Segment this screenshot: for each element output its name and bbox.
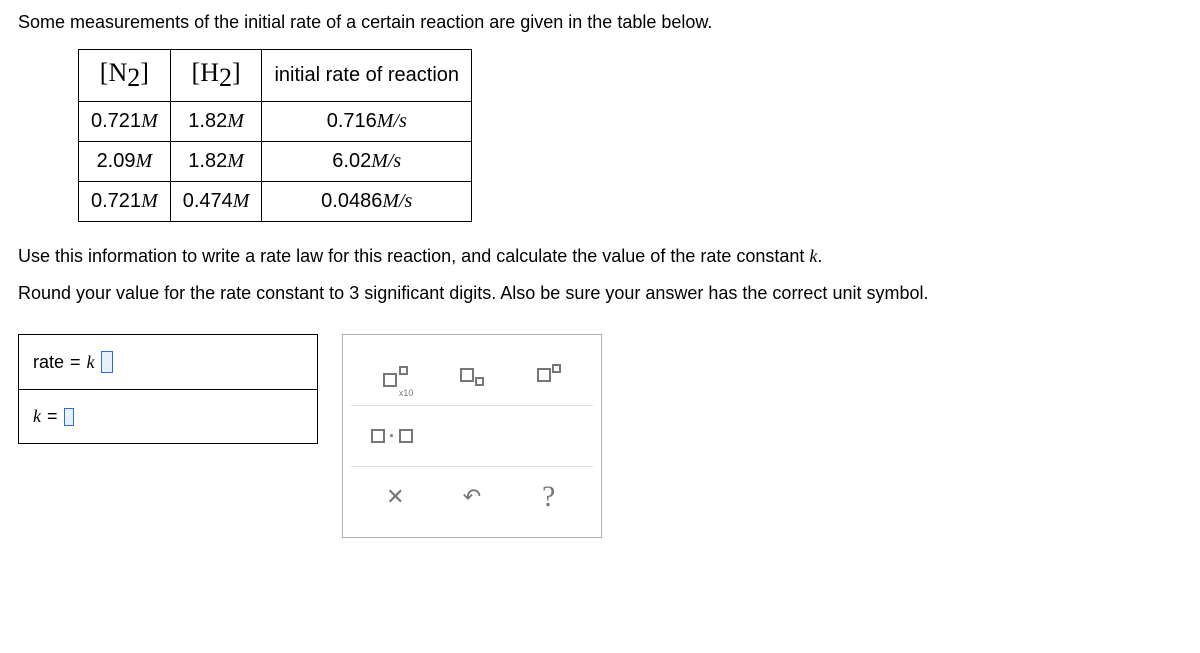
data-table: [N2] [H2] initial rate of reaction 0.721… — [78, 49, 472, 222]
answer-area: rate = k k = x10 — [18, 334, 1182, 538]
header-n2: [N2] — [79, 50, 171, 102]
cell-rate: 6.02M/s — [262, 142, 472, 182]
cell-h2: 0.474M — [170, 182, 262, 222]
k-symbol: k — [87, 352, 95, 373]
rate-law-row: rate = k — [19, 335, 317, 389]
palette-row-exponents: x10 — [351, 345, 593, 405]
cell-n2: 0.721M — [79, 182, 171, 222]
question-icon: ? — [542, 480, 555, 514]
intro-text: Some measurements of the initial rate of… — [18, 12, 1182, 33]
equals-sign: = — [47, 406, 58, 427]
table-row: 0.721M 0.474M 0.0486M/s — [79, 182, 472, 222]
prompt-round: Round your value for the rate constant t… — [18, 283, 1182, 304]
undo-button[interactable]: ↶ — [449, 479, 495, 515]
header-rate: initial rate of reaction — [262, 50, 472, 102]
rate-law-input[interactable] — [101, 351, 113, 373]
cell-rate: 0.0486M/s — [262, 182, 472, 222]
prompt-rate-law: Use this information to write a rate law… — [18, 246, 1182, 267]
table-row: 0.721M 1.82M 0.716M/s — [79, 102, 472, 142]
undo-icon: ↶ — [463, 484, 481, 510]
cell-h2: 1.82M — [170, 102, 262, 142]
palette-row-dot: · — [351, 405, 593, 466]
k-value-row: k = — [19, 389, 317, 443]
close-icon: ✕ — [386, 484, 404, 510]
help-button[interactable]: ? — [526, 479, 572, 515]
answer-box-group: rate = k k = — [18, 334, 318, 444]
superscript-button[interactable] — [526, 357, 572, 393]
multiply-dot-button[interactable]: · — [369, 418, 415, 454]
equals-sign: = — [70, 352, 81, 373]
clear-button[interactable]: ✕ — [372, 479, 418, 515]
table-row: 2.09M 1.82M 6.02M/s — [79, 142, 472, 182]
symbol-palette: x10 · ✕ ↶ ? — [342, 334, 602, 538]
cell-n2: 0.721M — [79, 102, 171, 142]
k-value-input[interactable] — [64, 408, 74, 426]
header-h2: [H2] — [170, 50, 262, 102]
cell-h2: 1.82M — [170, 142, 262, 182]
rate-label: rate — [33, 352, 64, 373]
k-label: k — [33, 406, 41, 427]
cell-rate: 0.716M/s — [262, 102, 472, 142]
subscript-button[interactable] — [449, 357, 495, 393]
palette-row-controls: ✕ ↶ ? — [351, 466, 593, 527]
scientific-notation-button[interactable]: x10 — [372, 357, 418, 393]
table-header-row: [N2] [H2] initial rate of reaction — [79, 50, 472, 102]
cell-n2: 2.09M — [79, 142, 171, 182]
